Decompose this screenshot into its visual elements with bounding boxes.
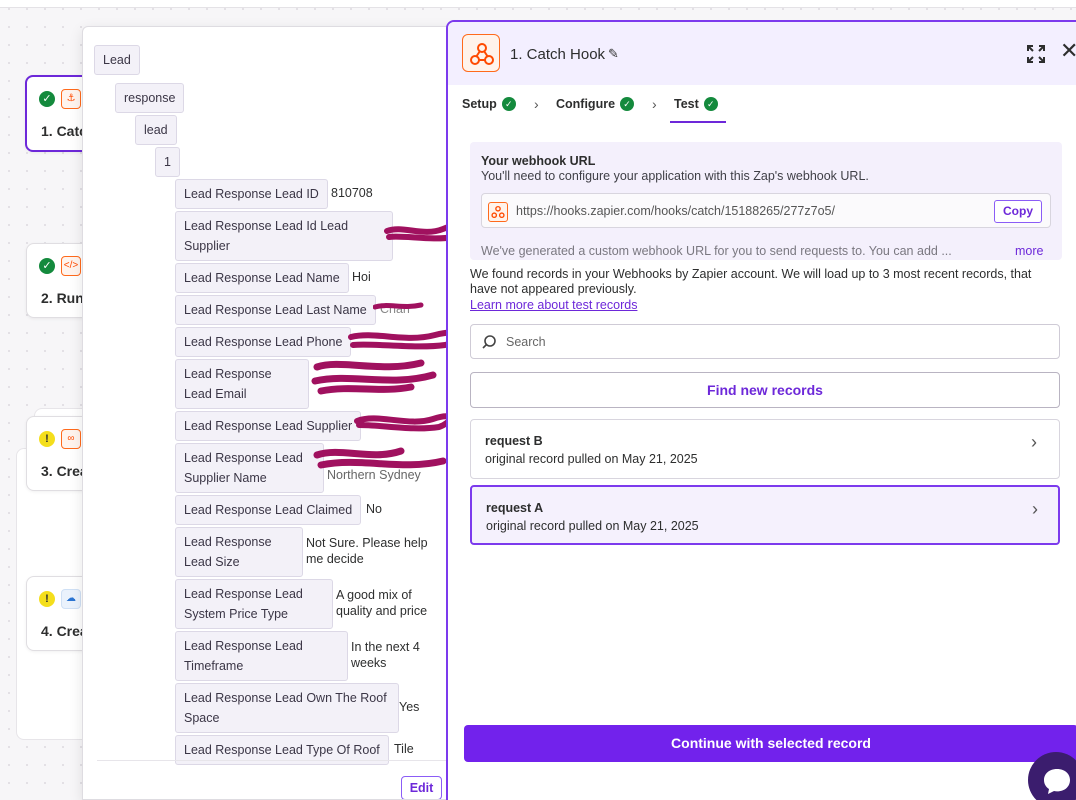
- expand-icon[interactable]: [1026, 44, 1046, 64]
- learn-more-link[interactable]: Learn more about test records: [470, 298, 637, 312]
- field-label[interactable]: Lead Response Lead Name: [175, 263, 349, 293]
- step-editor: 1. Catch Hook ✎ ✕ Setup ✓ › Configure ✓ …: [446, 20, 1076, 800]
- chevron-right-icon: ›: [1031, 432, 1037, 452]
- step-title: 2. Run: [41, 290, 84, 306]
- field-label[interactable]: Lead Response Lead System Price Type: [175, 579, 333, 629]
- chevron-right-icon: ›: [652, 96, 657, 112]
- webhook-icon: [488, 202, 508, 222]
- record-item-selected[interactable]: request A original record pulled on May …: [470, 485, 1060, 545]
- field-label[interactable]: Lead Response Lead Size: [175, 527, 303, 577]
- continue-button[interactable]: Continue with selected record: [464, 725, 1076, 762]
- field-value: No: [366, 502, 382, 516]
- redaction-mark: [353, 411, 453, 436]
- salesforce-icon: ☁: [61, 589, 81, 609]
- success-check-icon: ✓: [501, 97, 516, 111]
- pencil-icon[interactable]: ✎: [608, 46, 619, 62]
- chevron-right-icon: ›: [534, 96, 539, 112]
- field-label[interactable]: Lead Response Lead Phone: [175, 327, 352, 357]
- field-value: Northern Sydney: [327, 468, 421, 482]
- tree-node-lead-child[interactable]: lead: [135, 115, 177, 145]
- active-tab-indicator: [670, 121, 726, 123]
- field-label[interactable]: Lead Response Lead Timeframe: [175, 631, 348, 681]
- tab-label: Configure: [556, 97, 616, 111]
- tab-label: Test: [674, 97, 699, 111]
- record-name: request B: [485, 434, 543, 448]
- record-subtitle: original record pulled on May 21, 2025: [486, 519, 699, 533]
- step-title: 1. Catch Hook: [510, 46, 606, 63]
- field-value: Not Sure. Please help me decide: [306, 536, 428, 566]
- found-records-text: We found records in your Webhooks by Zap…: [470, 267, 1032, 296]
- field-value: Yes: [399, 700, 420, 714]
- tab-label: Setup: [462, 97, 497, 111]
- redaction-mark: [311, 357, 441, 400]
- record-subtitle: original record pulled on May 21, 2025: [485, 452, 698, 466]
- record-name: request A: [486, 501, 544, 515]
- field-value: Tile: [394, 742, 414, 756]
- warning-icon: !: [39, 591, 55, 607]
- warning-icon: !: [39, 431, 55, 447]
- field-value: A good mix of quality and price: [336, 588, 428, 618]
- field-label[interactable]: Lead Response Lead Last Name: [175, 295, 376, 325]
- find-new-records-button[interactable]: Find new records: [470, 372, 1060, 408]
- editor-header: 1. Catch Hook ✎ ✕: [448, 22, 1076, 85]
- top-strip: [0, 0, 1076, 8]
- close-icon[interactable]: ✕: [1060, 40, 1076, 62]
- field-value: Chan: [380, 302, 410, 316]
- webhook-subtitle: You'll need to configure your applicatio…: [481, 169, 869, 183]
- record-item[interactable]: request B original record pulled on May …: [470, 419, 1060, 479]
- search-placeholder: Search: [506, 335, 546, 349]
- success-check-icon: ✓: [39, 91, 55, 107]
- tree-node-index[interactable]: 1: [155, 147, 180, 177]
- webhook-icon: [462, 34, 500, 72]
- tab-setup[interactable]: Setup ✓: [462, 97, 516, 111]
- success-check-icon: ✓: [703, 97, 718, 111]
- redaction-mark: [345, 329, 461, 354]
- more-link[interactable]: more: [1015, 244, 1043, 258]
- search-icon: [482, 335, 496, 349]
- tab-test[interactable]: Test ✓: [674, 97, 718, 111]
- tree-node-lead[interactable]: Lead: [94, 45, 140, 75]
- tab-configure[interactable]: Configure ✓: [556, 97, 635, 111]
- success-check-icon: ✓: [39, 258, 55, 274]
- webhook-url-box: Your webhook URL You'll need to configur…: [470, 142, 1062, 260]
- field-label[interactable]: Lead Response Lead Supplier Name: [175, 443, 324, 493]
- code-icon: </>: [61, 256, 81, 276]
- success-check-icon: ✓: [620, 97, 635, 111]
- divider: [97, 760, 449, 761]
- step-tabs: Setup ✓ › Configure ✓ › Test ✓: [448, 88, 1076, 124]
- formatter-icon: ∞: [61, 429, 81, 449]
- edit-button[interactable]: Edit: [401, 776, 442, 799]
- field-label[interactable]: Lead Response Lead Supplier: [175, 411, 362, 441]
- webhook-title: Your webhook URL: [481, 154, 596, 168]
- field-label[interactable]: Lead Response Lead Own The Roof Space: [175, 683, 399, 733]
- chevron-right-icon: ›: [1032, 499, 1038, 519]
- webhook-url-field[interactable]: https://hooks.zapier.com/hooks/catch/151…: [481, 193, 1051, 228]
- webhook-note: We've generated a custom webhook URL for…: [481, 244, 952, 258]
- webhook-icon: ⚓: [61, 89, 81, 109]
- tree-node-response[interactable]: response: [115, 83, 185, 113]
- webhook-url-text[interactable]: https://hooks.zapier.com/hooks/catch/151…: [516, 204, 835, 218]
- field-label[interactable]: Lead Response Lead Id Lead Supplier: [175, 211, 393, 261]
- field-value: 810708: [331, 186, 373, 200]
- field-value: Hoi: [352, 270, 371, 284]
- field-value: In the next 4 weeks: [351, 640, 420, 670]
- copy-button[interactable]: Copy: [994, 200, 1042, 223]
- field-label[interactable]: Lead Response Lead ID: [175, 179, 328, 209]
- search-input[interactable]: Search: [470, 324, 1060, 359]
- field-label[interactable]: Lead Response Lead Email: [175, 359, 309, 409]
- field-label[interactable]: Lead Response Lead Claimed: [175, 495, 362, 525]
- data-panel: Lead response lead 1 Lead Response Lead …: [82, 26, 462, 800]
